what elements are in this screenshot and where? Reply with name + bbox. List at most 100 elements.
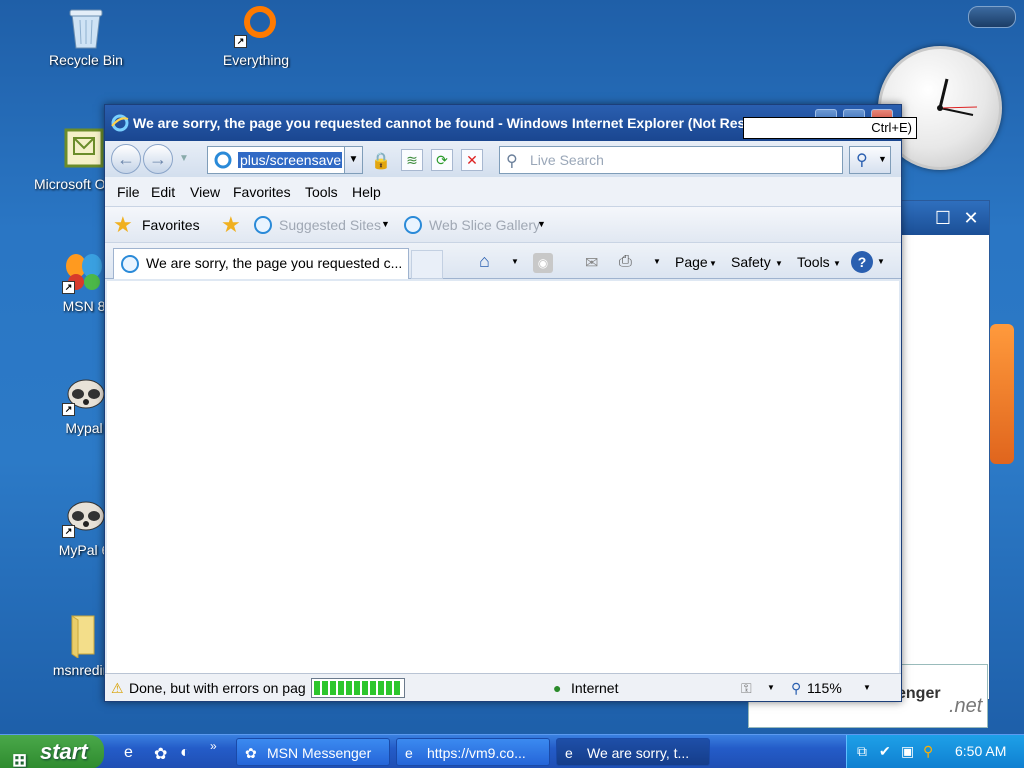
- suggested-sites-link[interactable]: Suggested Sites: [279, 217, 381, 233]
- taskbar: ⊞ start e ✿ ◐ » ✿ MSN Messenger e https:…: [0, 734, 1024, 768]
- internet-zone-icon: ●: [553, 680, 562, 696]
- lock-icon[interactable]: 🔒: [371, 151, 391, 171]
- desktop-icon-recycle-bin[interactable]: Recycle Bin: [36, 4, 136, 68]
- menu-edit[interactable]: Edit: [151, 184, 175, 200]
- messenger-banner-text: enger: [897, 685, 941, 702]
- zoom-level[interactable]: 115%: [807, 680, 842, 696]
- chevron-down-icon[interactable]: ▼: [877, 257, 885, 266]
- msn-icon: ✿: [245, 745, 257, 761]
- address-bar[interactable]: plus/screensave ▼: [207, 146, 363, 174]
- magnifier-icon: ⚲: [856, 152, 868, 169]
- mypal-raccoon-icon: ↗: [62, 494, 106, 538]
- clock-time[interactable]: 6:50 AM: [955, 743, 1006, 759]
- ie-window[interactable]: We are sorry, the page you requested can…: [104, 104, 917, 702]
- favorites-bar: ★ Favorites ★ Suggested Sites ▼ Web Slic…: [105, 207, 901, 243]
- ie-page-icon: [253, 215, 273, 238]
- security-zone: Internet: [571, 680, 619, 696]
- ie-page-icon: [120, 254, 140, 279]
- tab-bar: We are sorry, the page you requested c..…: [105, 243, 901, 279]
- outlook-icon: [62, 128, 106, 172]
- security-icon[interactable]: ✔: [879, 743, 891, 760]
- ie-title-bar[interactable]: We are sorry, the page you requested can…: [105, 105, 917, 141]
- search-tray-icon[interactable]: ⚲: [923, 743, 933, 760]
- task-ie-error-page[interactable]: e We are sorry, t...: [556, 738, 710, 766]
- ie-page-icon: [403, 215, 423, 238]
- ie-icon: e: [405, 745, 413, 761]
- quicklaunch-mypal-icon[interactable]: ◐: [180, 744, 190, 762]
- protected-mode-icon[interactable]: ⚿: [741, 680, 752, 697]
- chevron-down-icon[interactable]: ▼: [653, 257, 661, 266]
- menu-bar: File Edit View Favorites Tools Help: [105, 177, 901, 207]
- display-icon[interactable]: ▣: [901, 743, 914, 760]
- favorites-button[interactable]: Favorites: [142, 217, 200, 233]
- search-button[interactable]: ⚲ ▼: [849, 146, 891, 174]
- search-input[interactable]: ⚲ Live Search: [499, 146, 843, 174]
- close-icon[interactable]: ✕: [959, 207, 983, 229]
- zoom-icon[interactable]: ⚲: [791, 680, 801, 697]
- tooltip: Ctrl+E): [743, 117, 917, 139]
- chevron-down-icon[interactable]: ▼: [381, 219, 390, 229]
- messenger-brand: .net: [949, 695, 983, 717]
- search-icon: ⚲: [506, 153, 518, 170]
- menu-help[interactable]: Help: [352, 184, 381, 200]
- help-icon[interactable]: ?: [851, 251, 873, 273]
- system-tray: ⧉ ✔ ▣ ⚲ 6:50 AM: [846, 735, 1024, 768]
- address-dropdown-icon[interactable]: ▼: [344, 147, 362, 173]
- desktop-icon-label: Recycle Bin: [49, 52, 123, 68]
- forward-button[interactable]: →: [143, 144, 173, 174]
- network-icon[interactable]: ⧉: [857, 743, 867, 760]
- chevron-down-icon[interactable]: ▼: [767, 683, 775, 692]
- window-title: We are sorry, the page you requested can…: [133, 115, 743, 131]
- home-icon[interactable]: ⌂: [479, 251, 490, 272]
- page-content[interactable]: [107, 281, 899, 673]
- page-menu[interactable]: Page: [675, 254, 708, 270]
- menu-file[interactable]: File: [117, 184, 140, 200]
- task-label: https://vm9.co...: [427, 745, 526, 761]
- quicklaunch-ie-icon[interactable]: e: [124, 744, 133, 762]
- search-options-icon[interactable]: ▼: [878, 154, 887, 164]
- safety-menu[interactable]: Safety: [731, 254, 771, 270]
- shortcut-arrow-icon: ↗: [234, 35, 247, 48]
- add-favorites-icon[interactable]: ★: [221, 212, 241, 238]
- chevron-down-icon[interactable]: ▼: [511, 257, 519, 266]
- desktop-icon-label: Everything: [222, 52, 290, 68]
- ie-logo-icon: [111, 114, 129, 135]
- stop-icon[interactable]: ✕: [461, 149, 483, 171]
- menu-tools[interactable]: Tools: [305, 184, 338, 200]
- task-vm9[interactable]: e https://vm9.co...: [396, 738, 550, 766]
- chevron-down-icon[interactable]: ▼: [863, 683, 871, 692]
- quicklaunch-msn-icon[interactable]: ✿: [154, 744, 167, 764]
- desktop-icon-everything[interactable]: ↗ Everything: [206, 4, 306, 68]
- mail-icon[interactable]: ✉: [585, 253, 598, 273]
- recent-pages-icon[interactable]: ▼: [179, 153, 189, 164]
- favorites-star-icon: ★: [113, 212, 133, 237]
- chevron-down-icon: ▼: [709, 259, 717, 268]
- tools-menu[interactable]: Tools: [797, 254, 830, 270]
- rss-feed-icon[interactable]: ◉: [533, 253, 553, 273]
- tab-active[interactable]: We are sorry, the page you requested c..…: [113, 248, 409, 279]
- refresh-icon[interactable]: ⟳: [431, 149, 453, 171]
- status-text: Done, but with errors on pag: [129, 680, 305, 696]
- quicklaunch-more-icon[interactable]: »: [210, 739, 217, 753]
- menu-view[interactable]: View: [190, 184, 220, 200]
- start-button[interactable]: ⊞ start: [0, 735, 104, 768]
- web-slice-gallery-link[interactable]: Web Slice Gallery: [429, 217, 540, 233]
- print-icon[interactable]: ⎙: [619, 253, 632, 271]
- messenger-window[interactable]: ☐ ✕: [900, 200, 990, 700]
- warning-icon[interactable]: ⚠: [111, 680, 124, 697]
- address-input[interactable]: plus/screensave: [238, 152, 342, 168]
- messenger-title-bar: ☐ ✕: [901, 201, 989, 235]
- compatibility-view-icon[interactable]: ≋: [401, 149, 423, 171]
- msn-butterfly-icon: ↗: [62, 250, 106, 294]
- new-tab-button[interactable]: [411, 250, 443, 279]
- chevron-down-icon[interactable]: ▼: [537, 219, 546, 229]
- ie-icon: e: [565, 745, 573, 761]
- sidebar-nav-button[interactable]: [968, 6, 1016, 28]
- recycle-bin-icon: [64, 4, 108, 49]
- windows-flag-icon: ⊞: [12, 750, 28, 768]
- back-button[interactable]: ←: [111, 144, 141, 174]
- maximize-icon[interactable]: ☐: [931, 207, 955, 229]
- search-placeholder: Live Search: [530, 152, 604, 168]
- task-msn-messenger[interactable]: ✿ MSN Messenger: [236, 738, 390, 766]
- menu-favorites[interactable]: Favorites: [233, 184, 291, 200]
